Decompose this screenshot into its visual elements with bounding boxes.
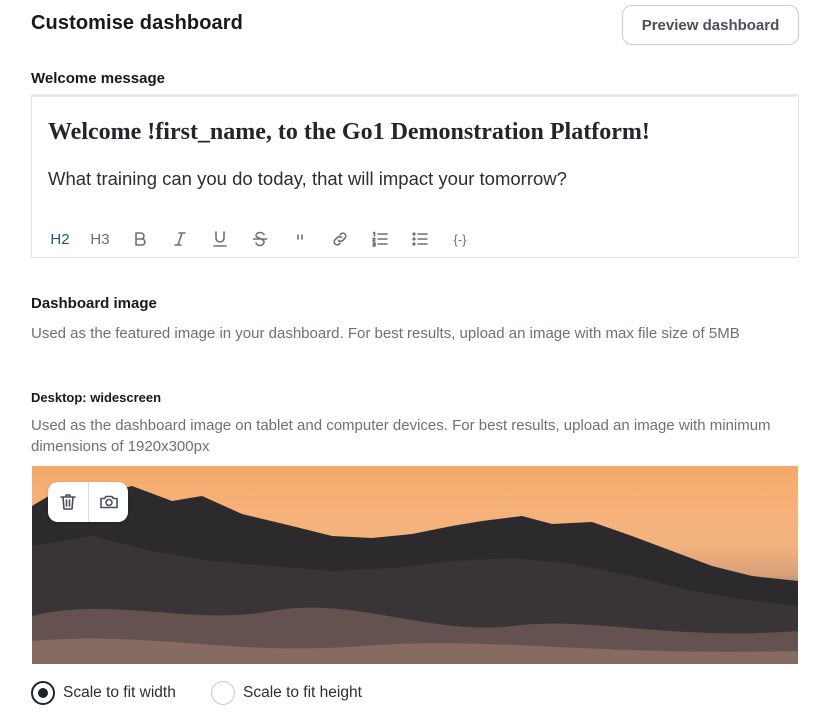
heading-3-button[interactable]: H3	[80, 225, 120, 253]
underline-icon	[213, 231, 227, 247]
dashboard-image-label: Dashboard image	[31, 295, 157, 312]
editor-heading-text[interactable]: Welcome !first_name, to the Go1 Demonstr…	[48, 119, 650, 146]
page-title: Customise dashboard	[31, 12, 243, 34]
camera-icon	[99, 495, 118, 509]
scale-fit-width-label: Scale to fit width	[63, 684, 176, 701]
welcome-message-label: Welcome message	[31, 70, 165, 87]
bold-button[interactable]	[120, 225, 160, 253]
bold-icon	[135, 232, 146, 246]
quote-button[interactable]	[280, 225, 320, 253]
ordered-list-icon	[372, 231, 388, 247]
desktop-widescreen-label: Desktop: widescreen	[31, 390, 162, 405]
scale-fit-height-radio[interactable]	[211, 681, 235, 705]
scale-fit-width-radio[interactable]	[31, 681, 55, 705]
bullet-list-icon	[412, 232, 428, 246]
bullet-list-button[interactable]	[400, 225, 440, 253]
variable-button[interactable]: {-}	[440, 225, 480, 253]
underline-button[interactable]	[200, 225, 240, 253]
link-button[interactable]	[320, 225, 360, 253]
heading-2-button[interactable]: H2	[40, 225, 80, 253]
landscape-image	[32, 486, 798, 664]
dashboard-image-preview	[32, 466, 798, 664]
delete-image-button[interactable]	[48, 482, 88, 522]
scale-fit-height-label: Scale to fit height	[243, 684, 362, 701]
italic-icon	[174, 232, 186, 246]
editor-toolbar: H2 H3 {-}	[40, 225, 480, 253]
welcome-message-editor[interactable]: Welcome !first_name, to the Go1 Demonstr…	[31, 94, 799, 258]
image-actions	[48, 482, 128, 522]
strikethrough-icon	[252, 231, 268, 247]
strikethrough-button[interactable]	[240, 225, 280, 253]
scale-fit-height-option[interactable]: Scale to fit height	[211, 681, 362, 705]
italic-button[interactable]	[160, 225, 200, 253]
scale-fit-width-option[interactable]: Scale to fit width	[31, 681, 176, 705]
editor-body-text[interactable]: What training can you do today, that wil…	[48, 168, 567, 190]
trash-icon	[60, 494, 76, 510]
dashboard-image-help: Used as the featured image in your dashb…	[31, 325, 740, 342]
link-icon	[333, 232, 347, 246]
preview-dashboard-button[interactable]: Preview dashboard	[622, 5, 799, 45]
variable-icon: {-}	[453, 231, 467, 247]
quote-icon	[297, 234, 303, 240]
ordered-list-button[interactable]	[360, 225, 400, 253]
upload-image-button[interactable]	[88, 482, 128, 522]
desktop-widescreen-help: Used as the dashboard image on tablet an…	[31, 417, 771, 455]
